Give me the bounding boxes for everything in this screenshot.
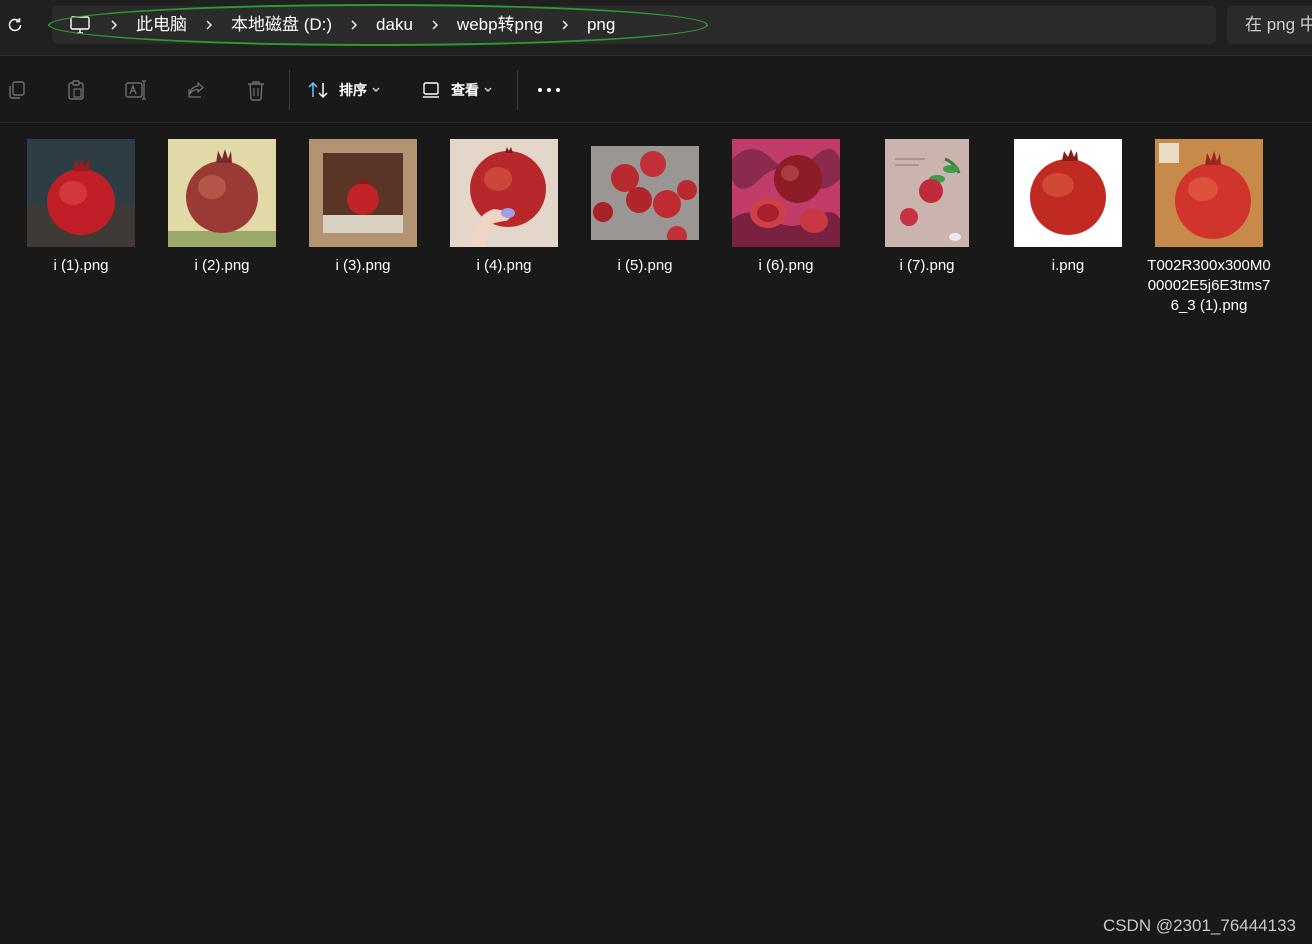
share-icon[interactable]: [184, 78, 208, 102]
breadcrumb-webp-to-png[interactable]: webp转png: [451, 6, 549, 44]
watermark: CSDN @2301_76444133: [1102, 916, 1296, 935]
sort-label: 排序: [339, 82, 367, 98]
sort-icon: [307, 80, 329, 100]
image-thumbnail: [450, 139, 558, 247]
breadcrumb-this-pc[interactable]: 此电脑: [130, 6, 193, 44]
file-name: i (4).png: [476, 257, 532, 274]
file-name: i (3).png: [335, 257, 391, 274]
file-name: i (1).png: [53, 257, 109, 274]
paste-icon[interactable]: [64, 78, 88, 102]
chevron-down-icon: [371, 86, 381, 94]
file-name: i.png: [1051, 257, 1085, 274]
image-thumbnail: [1014, 139, 1122, 247]
image-thumbnail: [591, 139, 699, 247]
refresh-icon[interactable]: [4, 13, 26, 37]
view-button[interactable]: 查看: [421, 74, 493, 106]
image-thumbnail: [732, 139, 840, 247]
toolbar-divider: [289, 70, 290, 110]
file-name: i (7).png: [899, 257, 955, 274]
image-thumbnail: [873, 139, 981, 247]
file-name: i (6).png: [758, 257, 814, 274]
chevron-right-icon[interactable]: [338, 6, 370, 44]
chevron-right-icon[interactable]: [98, 6, 130, 44]
view-label: 查看: [451, 82, 479, 98]
image-thumbnail: [1155, 139, 1263, 247]
image-thumbnail: [27, 139, 135, 247]
chevron-down-icon: [483, 86, 493, 94]
file-name: T002R300x300M000002E5j6E3tms76_3 (1).png: [1147, 257, 1271, 314]
rename-icon[interactable]: [124, 78, 148, 102]
view-icon: [421, 80, 441, 100]
file-name: i (2).png: [194, 257, 250, 274]
computer-icon[interactable]: [62, 6, 98, 44]
search-input[interactable]: 在 png 中: [1227, 6, 1312, 44]
copy-icon[interactable]: [5, 78, 29, 102]
delete-icon[interactable]: [244, 78, 268, 102]
command-bar: 排序 查看: [0, 57, 1312, 123]
navigation-bar: 此电脑 本地磁盘 (D:) daku webp转png png 在 png 中: [0, 0, 1312, 56]
file-list: i (1).png i (2).png i (3).png i (4).png …: [0, 124, 1312, 904]
chevron-right-icon[interactable]: [193, 6, 225, 44]
breadcrumb-local-disk[interactable]: 本地磁盘 (D:): [225, 6, 338, 44]
image-thumbnail: [168, 139, 276, 247]
breadcrumb: 此电脑 本地磁盘 (D:) daku webp转png png: [62, 6, 621, 44]
breadcrumb-daku[interactable]: daku: [370, 6, 419, 44]
chevron-right-icon[interactable]: [549, 6, 581, 44]
sort-button[interactable]: 排序: [307, 74, 381, 106]
more-icon[interactable]: [537, 78, 561, 102]
address-bar[interactable]: 此电脑 本地磁盘 (D:) daku webp转png png: [52, 6, 1216, 44]
image-thumbnail: [309, 139, 417, 247]
toolbar-divider: [517, 70, 518, 110]
file-name: i (5).png: [617, 257, 673, 274]
breadcrumb-png[interactable]: png: [581, 6, 621, 44]
chevron-right-icon[interactable]: [419, 6, 451, 44]
